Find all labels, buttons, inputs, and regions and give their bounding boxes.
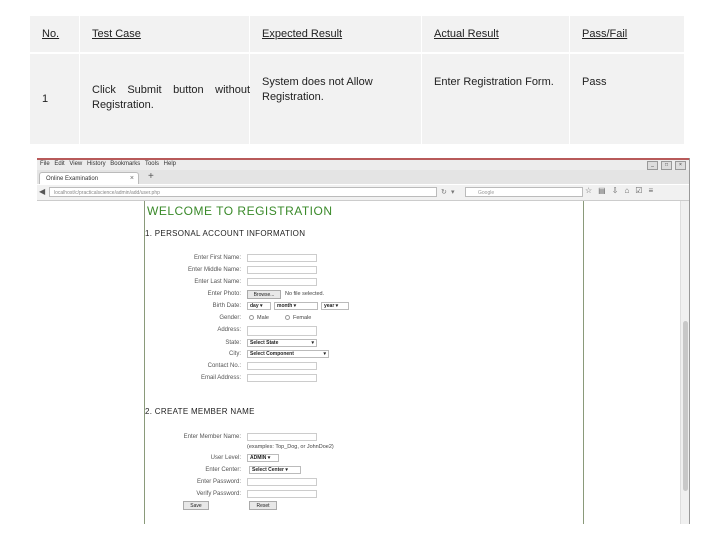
first-name-input[interactable] [247, 254, 317, 262]
user-level-label: User Level: [210, 455, 241, 461]
cell-result: Pass [582, 76, 607, 88]
gender-female-radio[interactable] [285, 315, 290, 320]
menu-bar: File Edit View History Bookmarks Tools H… [37, 158, 689, 170]
contact-label: Contact No.: [207, 363, 241, 369]
day-select[interactable]: day ▾ [247, 302, 271, 310]
menu-tools[interactable]: Tools [145, 161, 159, 167]
addon-icon[interactable]: ☑ [635, 186, 648, 195]
cell-test-case-line2: Registration. [92, 99, 154, 111]
menu-history[interactable]: History [87, 161, 106, 167]
state-select[interactable]: Select State ▾ [247, 339, 317, 347]
cell-actual: Enter Registration Form. [434, 76, 554, 88]
center-select[interactable]: Select Center ▾ [249, 466, 301, 474]
contact-input[interactable] [247, 362, 317, 370]
member-name-label: Enter Member Name: [183, 434, 241, 440]
menu-edit[interactable]: Edit [54, 161, 64, 167]
password-label: Enter Password: [196, 479, 241, 485]
search-bar[interactable]: Google [465, 187, 583, 197]
close-window-icon[interactable]: × [675, 161, 686, 170]
middle-name-input[interactable] [247, 266, 317, 274]
browse-button[interactable]: Browse... [247, 290, 281, 299]
center-label: Enter Center: [205, 467, 241, 473]
cell-expected-line2: Registration. [262, 91, 324, 103]
year-select[interactable]: year ▾ [321, 302, 349, 310]
no-file-text: No file selected. [285, 291, 325, 297]
reset-button[interactable]: Reset [249, 501, 277, 510]
birth-date-label: Birth Date: [212, 303, 241, 309]
middle-name-label: Enter Middle Name: [187, 267, 241, 273]
verify-password-label: Verify Password: [196, 491, 241, 497]
state-label: State: [225, 340, 241, 346]
password-input[interactable] [247, 478, 317, 486]
bookmark-star-icon[interactable]: ☆ [585, 186, 598, 195]
header-no: No. [42, 28, 60, 40]
url-bar[interactable]: localhost/c/practicalscience/admin/add/u… [49, 187, 437, 197]
month-select[interactable]: month ▾ [274, 302, 318, 310]
reload-icon[interactable]: ↻ [441, 188, 447, 196]
back-icon[interactable]: ◀ [39, 187, 45, 196]
home-icon[interactable]: ⌂ [624, 186, 635, 195]
cell-no: 1 [42, 93, 49, 105]
tab-bar: Online Examination × + [37, 170, 689, 184]
cell-test-case-line1: Click Submit button without [92, 84, 250, 96]
gender-label: Gender: [219, 315, 241, 321]
new-tab-icon[interactable]: + [148, 171, 154, 182]
menu-view[interactable]: View [69, 161, 82, 167]
menu-help[interactable]: Help [164, 161, 176, 167]
save-button[interactable]: Save [183, 501, 209, 510]
tab-online-examination[interactable]: Online Examination × [39, 172, 139, 184]
bookmarks-icon[interactable]: ▤ [598, 186, 612, 195]
download-icon[interactable]: ⇩ [612, 186, 625, 195]
gender-female-label: Female [293, 315, 312, 321]
test-case-table: No. Test Case Expected Result Actual Res… [30, 16, 684, 144]
table-header-row: No. Test Case Expected Result Actual Res… [30, 16, 684, 54]
scrollbar[interactable] [680, 201, 689, 524]
maximize-icon[interactable]: □ [661, 161, 672, 170]
section-create-member: 2. CREATE MEMBER NAME [145, 407, 255, 416]
member-hint: (examples: Top_Dog, or JohnDoe2) [247, 444, 334, 450]
email-input[interactable] [247, 374, 317, 382]
registration-page: WELCOME TO REGISTRATION 1. PERSONAL ACCO… [37, 201, 689, 524]
address-input[interactable] [247, 326, 317, 336]
city-select[interactable]: Select Component ▾ [247, 350, 329, 358]
browser-screenshot: File Edit View History Bookmarks Tools H… [37, 158, 690, 524]
header-expected-result: Expected Result [262, 28, 343, 40]
cell-expected-line1: System does not Allow [262, 76, 373, 88]
header-pass-fail: Pass/Fail [582, 28, 628, 40]
menu-icon[interactable]: ≡ [648, 186, 659, 195]
gender-male-label: Male [257, 315, 269, 321]
section-personal-info: 1. PERSONAL ACCOUNT INFORMATION [145, 229, 306, 238]
toolbar-icons: ☆▤⇩⌂☑≡ [585, 186, 659, 195]
menu-file[interactable]: File [40, 161, 50, 167]
first-name-label: Enter First Name: [193, 255, 241, 261]
city-label: City: [229, 351, 241, 357]
address-label: Address: [217, 327, 241, 333]
verify-password-input[interactable] [247, 490, 317, 498]
gender-male-radio[interactable] [249, 315, 254, 320]
header-actual-result: Actual Result [434, 28, 499, 40]
navigation-bar: ◀ localhost/c/practicalscience/admin/add… [37, 185, 689, 201]
scrollbar-thumb[interactable] [683, 321, 688, 491]
member-name-input[interactable] [247, 433, 317, 441]
menu-bookmarks[interactable]: Bookmarks [110, 161, 140, 167]
page-title: WELCOME TO REGISTRATION [147, 204, 333, 218]
user-level-select[interactable]: ADMIN ▾ [247, 454, 279, 462]
photo-label: Enter Photo: [207, 291, 241, 297]
tab-title: Online Examination [46, 176, 99, 182]
minimize-icon[interactable]: _ [647, 161, 658, 170]
dropdown-icon[interactable]: ▾ [451, 188, 455, 196]
header-test-case: Test Case [92, 28, 141, 40]
table-row: 1 Click Submit button without Registrati… [30, 54, 684, 144]
last-name-label: Enter Last Name: [194, 279, 241, 285]
last-name-input[interactable] [247, 278, 317, 286]
email-label: Email Address: [200, 375, 241, 381]
tab-close-icon[interactable]: × [130, 173, 134, 185]
